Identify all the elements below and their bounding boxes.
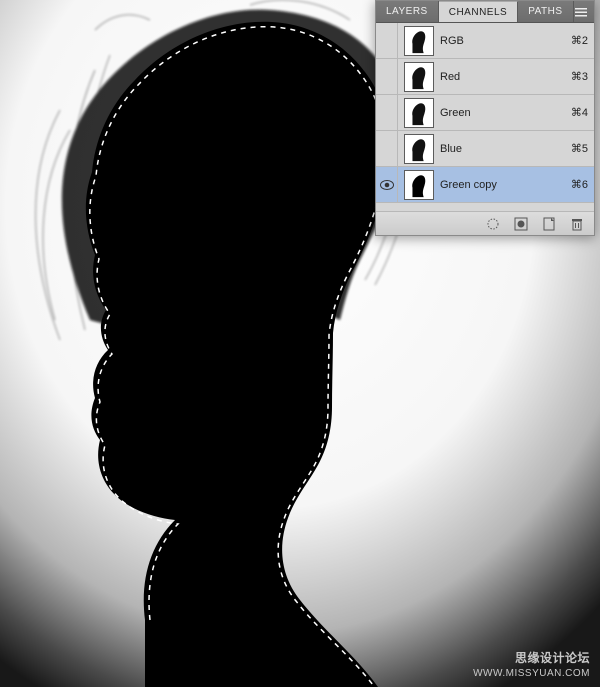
channel-blue[interactable]: Blue ⌘5: [376, 131, 594, 167]
eye-icon: [380, 180, 394, 190]
visibility-toggle[interactable]: [376, 167, 398, 202]
channel-name-label: Red: [440, 71, 571, 83]
trash-icon: [570, 217, 584, 231]
visibility-toggle[interactable]: [376, 23, 398, 58]
tab-channels[interactable]: CHANNELS: [439, 1, 518, 22]
visibility-toggle[interactable]: [376, 59, 398, 94]
watermark: 思缘设计论坛 WWW.MISSYUAN.COM: [473, 650, 590, 681]
panel-menu-button[interactable]: [572, 1, 590, 23]
channels-panel: LAYERS CHANNELS PATHS RGB ⌘2 Red ⌘: [375, 0, 595, 236]
tab-layers[interactable]: LAYERS: [376, 1, 439, 22]
dotted-circle-icon: [486, 217, 500, 231]
visibility-toggle[interactable]: [376, 95, 398, 130]
mask-icon: [514, 217, 528, 231]
panel-footer: [376, 211, 594, 235]
channel-shortcut-label: ⌘3: [571, 70, 588, 83]
channel-shortcut-label: ⌘4: [571, 106, 588, 119]
channel-red[interactable]: Red ⌘3: [376, 59, 594, 95]
panel-tab-bar: LAYERS CHANNELS PATHS: [376, 1, 594, 23]
channel-green-copy[interactable]: Green copy ⌘6: [376, 167, 594, 203]
channel-name-label: Green copy: [440, 179, 571, 191]
channel-rgb[interactable]: RGB ⌘2: [376, 23, 594, 59]
channel-name-label: RGB: [440, 35, 571, 47]
channel-thumbnail: [404, 26, 434, 56]
delete-channel-button[interactable]: [568, 216, 586, 232]
channel-green[interactable]: Green ⌘4: [376, 95, 594, 131]
new-channel-button[interactable]: [540, 216, 558, 232]
channel-thumbnail: [404, 134, 434, 164]
channel-name-label: Blue: [440, 143, 571, 155]
channel-shortcut-label: ⌘5: [571, 142, 588, 155]
channel-thumbnail: [404, 62, 434, 92]
visibility-toggle[interactable]: [376, 131, 398, 166]
new-page-icon: [542, 217, 556, 231]
channel-thumbnail: [404, 98, 434, 128]
channel-shortcut-label: ⌘6: [571, 178, 588, 191]
menu-icon: [575, 7, 587, 17]
channel-name-label: Green: [440, 107, 571, 119]
watermark-line2: WWW.MISSYUAN.COM: [473, 667, 590, 681]
channel-thumbnail: [404, 170, 434, 200]
channels-list: RGB ⌘2 Red ⌘3 Green ⌘4 Blue ⌘5: [376, 23, 594, 211]
tab-paths[interactable]: PATHS: [518, 1, 573, 22]
watermark-line1: 思缘设计论坛: [473, 650, 590, 667]
save-selection-button[interactable]: [512, 216, 530, 232]
load-selection-button[interactable]: [484, 216, 502, 232]
channel-shortcut-label: ⌘2: [571, 34, 588, 47]
